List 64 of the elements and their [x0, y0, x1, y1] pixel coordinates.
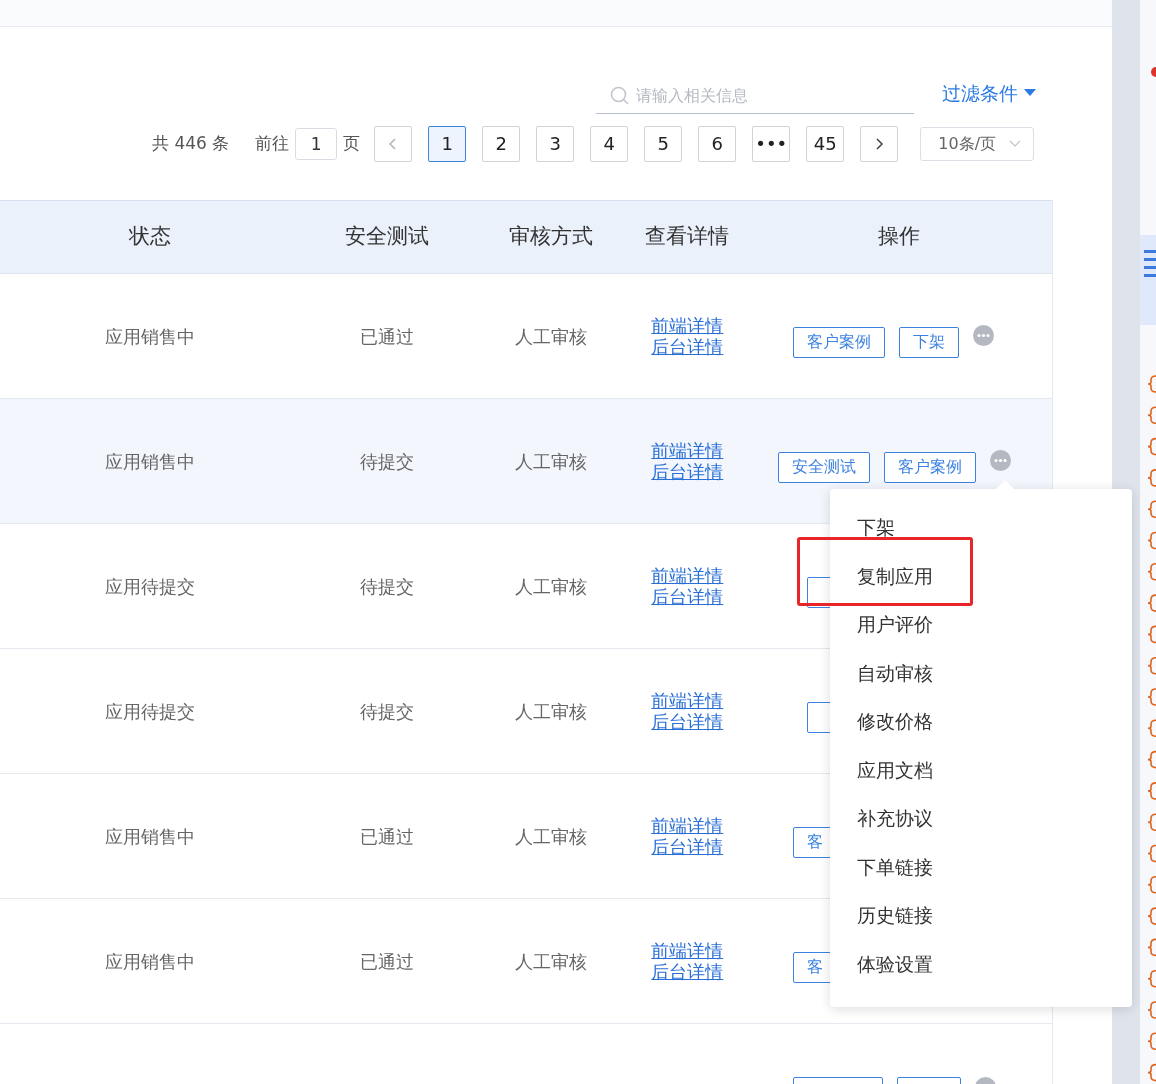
page-button[interactable]: ••• [752, 125, 791, 162]
menu-item[interactable]: 用户评价 [857, 600, 933, 649]
table-cell-text: 应用销售中 [104, 324, 195, 349]
detail-link[interactable]: 后台详情 [651, 961, 724, 982]
action-button[interactable]: 安全测试 [778, 451, 871, 483]
page-button[interactable]: 2 [482, 125, 521, 162]
action-button[interactable]: 客户案例 [884, 451, 977, 483]
detail-link[interactable]: 后台详情 [651, 336, 724, 357]
menu-item[interactable]: 补充协议 [857, 794, 933, 843]
menu-item[interactable]: 复制应用 [857, 551, 933, 600]
page-size-select[interactable]: 10条/页 [920, 126, 1035, 161]
detail-link[interactable]: 前端详情 [651, 815, 724, 836]
table-cell-text: 应用待提交 [104, 574, 195, 599]
detail-link[interactable]: 后台详情 [651, 711, 724, 732]
page-button[interactable]: 3 [536, 125, 575, 162]
page-button[interactable]: 5 [644, 125, 683, 162]
table-cell-text: 人工审核 [515, 699, 588, 724]
table-cell-text: 应用待提交 [104, 699, 195, 724]
detail-link[interactable]: 前端详情 [651, 315, 724, 336]
detail-link[interactable]: 前端详情 [651, 690, 724, 711]
table-cell-text: 人工审核 [515, 324, 588, 349]
page-input[interactable]: 1 [295, 127, 338, 160]
table-cell-text: 人工审核 [515, 824, 588, 849]
detail-link[interactable]: 前端详情 [651, 440, 724, 461]
menu-item[interactable]: 体验设置 [857, 939, 933, 988]
page-unit: 页 [343, 131, 361, 155]
table-cell-text: 待提交 [359, 449, 414, 474]
page-button[interactable]: 6 [698, 125, 737, 162]
page-button[interactable]: 45 [806, 125, 845, 162]
table-cell-text: 应用销售中 [104, 824, 195, 849]
column-header: 安全测试 [344, 223, 429, 251]
detail-link[interactable]: 前端详情 [651, 565, 724, 586]
column-header: 状态 [128, 223, 171, 251]
search-field[interactable]: 请输入相关信息 [596, 77, 914, 114]
table-cell-text: 待提交 [359, 699, 414, 724]
page-button[interactable]: 1 [428, 125, 467, 162]
goto-label: 前往 [255, 131, 290, 155]
column-header: 操作 [877, 223, 920, 251]
menu-item[interactable]: 应用文档 [857, 745, 933, 794]
action-button[interactable]: 客户案例 [793, 326, 886, 358]
detail-link[interactable]: 后台详情 [651, 586, 724, 607]
detail-link[interactable]: 后台详情 [651, 461, 724, 482]
table-cell-text: 待提交 [359, 574, 414, 599]
column-header: 查看详情 [645, 223, 730, 251]
detail-link[interactable]: 后台详情 [651, 836, 724, 857]
table-cell-text: 应用销售中 [104, 949, 195, 974]
menu-item[interactable]: 修改价格 [857, 697, 933, 746]
detail-link[interactable]: 前端详情 [651, 940, 724, 961]
table-cell-text: 已通过 [359, 824, 414, 849]
table-cell-text: 人工审核 [515, 949, 588, 974]
table-cell-text: 已通过 [359, 949, 414, 974]
action-button[interactable]: 下架 [899, 326, 960, 358]
table-cell-text: 人工审核 [515, 574, 588, 599]
filter-dropdown[interactable]: 过滤条件 [942, 79, 1036, 108]
table-cell-text: 已通过 [359, 324, 414, 349]
column-header: 审核方式 [509, 223, 594, 251]
total-count: 共 446 条 [152, 131, 230, 155]
page-button[interactable]: 4 [590, 125, 629, 162]
table-cell-text: 应用销售中 [104, 449, 195, 474]
menu-item[interactable]: 历史链接 [857, 891, 933, 940]
menu-item[interactable]: 自动审核 [857, 648, 933, 697]
menu-item[interactable]: 下架 [857, 503, 895, 552]
menu-item[interactable]: 下单链接 [857, 842, 933, 891]
table-cell-text: 人工审核 [515, 449, 588, 474]
